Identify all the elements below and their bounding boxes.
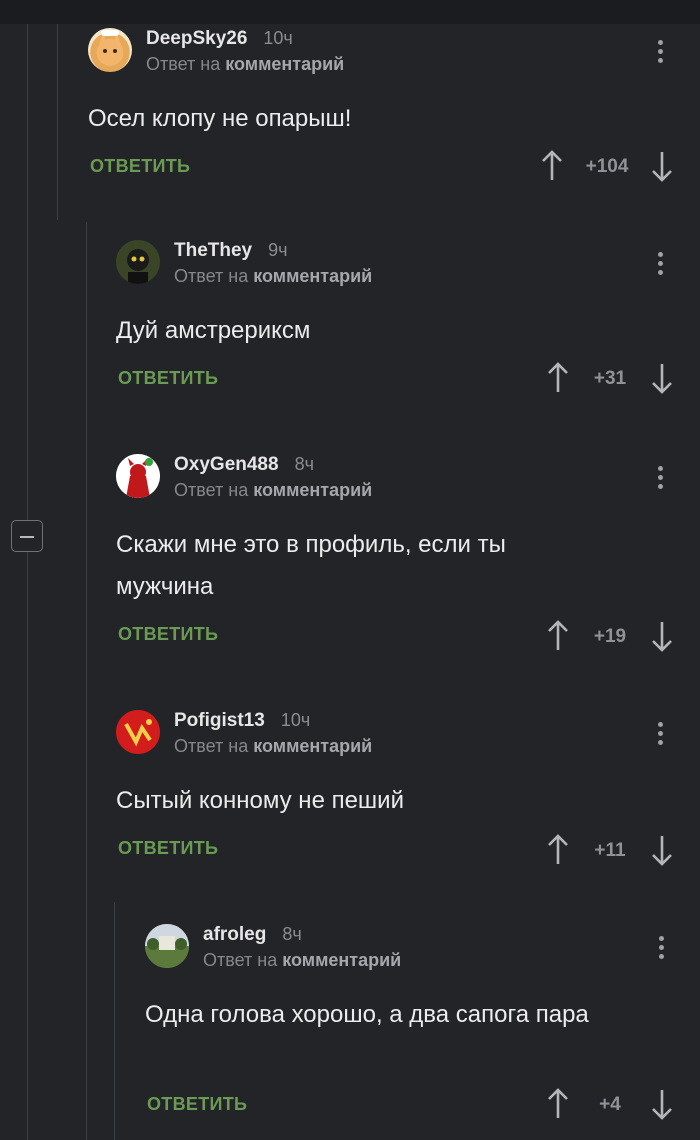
comment: OxyGen488 8ч Ответ на комментарий Скажи м… [116,454,688,664]
comment-time: 8ч [282,924,302,944]
reply-button[interactable]: ОТВЕТИТЬ [147,1094,247,1115]
more-icon[interactable] [658,40,664,66]
thread-line[interactable] [27,24,28,1140]
vote-up-icon[interactable] [546,1088,570,1120]
more-icon[interactable] [658,252,664,278]
username[interactable]: TheThey 9ч [174,240,288,262]
comment-score: +31 [593,368,627,389]
avatar[interactable] [116,240,160,284]
username[interactable]: DeepSky26 10ч [146,28,293,50]
thread-line[interactable] [114,902,115,1140]
more-icon[interactable] [658,466,664,492]
landscape-icon [145,924,189,968]
avatar[interactable] [145,924,189,968]
comment-score: +4 [599,1094,621,1115]
avatar[interactable] [116,454,160,498]
red-logo-icon [116,710,160,754]
reply-button[interactable]: ОТВЕТИТЬ [90,156,190,177]
comment-text: Осел клопу не опарыш! [88,105,352,132]
reply-to-link[interactable]: Ответ на комментарий [174,266,372,287]
devil-icon [116,454,160,498]
comment-time: 10ч [263,28,293,48]
comment-text: Дуй амстрериксм [116,317,311,344]
username[interactable]: OxyGen488 8ч [174,454,314,476]
more-icon[interactable] [659,936,665,962]
avatar[interactable] [88,28,132,72]
reply-to-link[interactable]: Ответ на комментарий [174,480,372,501]
top-bar [0,0,700,24]
comment-score: +11 [594,840,626,861]
more-icon[interactable] [658,722,664,748]
comment: afroleg 8ч Ответ на комментарий Одна голо… [145,924,690,1134]
comment: DeepSky26 10ч Ответ на комментарий Осел к… [88,28,688,198]
comment-time: 10ч [280,710,311,730]
minus-icon [20,536,34,538]
vote-down-icon[interactable] [650,620,674,652]
thread-line[interactable] [57,24,58,220]
reply-to-link[interactable]: Ответ на комментарий [174,736,372,757]
comment-score: +19 [593,626,627,647]
vote-down-icon[interactable] [650,362,674,394]
username[interactable]: Pofigist13 10ч [174,710,310,732]
vote-down-icon[interactable] [650,1088,674,1120]
vote-down-icon[interactable] [650,150,674,182]
comment-text: Скажи мне это в профиль, если ты мужчина [116,531,506,600]
comment-text: Одна голова хорошо, а два сапога пара [145,1001,589,1028]
comment-time: 8ч [294,454,314,474]
vote-down-icon[interactable] [650,834,674,866]
vote-up-icon[interactable] [546,362,570,394]
comment-text: Сытый конному не пеший [116,787,404,814]
vote-up-icon[interactable] [546,620,570,652]
reply-to-link[interactable]: Ответ на комментарий [146,54,344,75]
comment: Pofigist13 10ч Ответ на комментарий Сытый… [116,710,688,880]
avatar[interactable] [116,710,160,754]
username[interactable]: afroleg 8ч [203,924,302,946]
comment-score: +104 [585,156,629,177]
character-icon [116,240,160,284]
vote-up-icon[interactable] [546,834,570,866]
reply-button[interactable]: ОТВЕТИТЬ [118,368,218,389]
comment-time: 9ч [268,240,288,260]
thread-line[interactable] [86,222,87,1140]
reply-button[interactable]: ОТВЕТИТЬ [118,624,218,645]
vote-up-icon[interactable] [540,150,564,182]
reply-to-link[interactable]: Ответ на комментарий [203,950,401,971]
reply-button[interactable]: ОТВЕТИТЬ [118,838,218,859]
cat-icon [97,30,123,65]
collapse-thread-button[interactable] [11,520,43,552]
comment: TheThey 9ч Ответ на комментарий Дуй амстр… [116,240,688,410]
